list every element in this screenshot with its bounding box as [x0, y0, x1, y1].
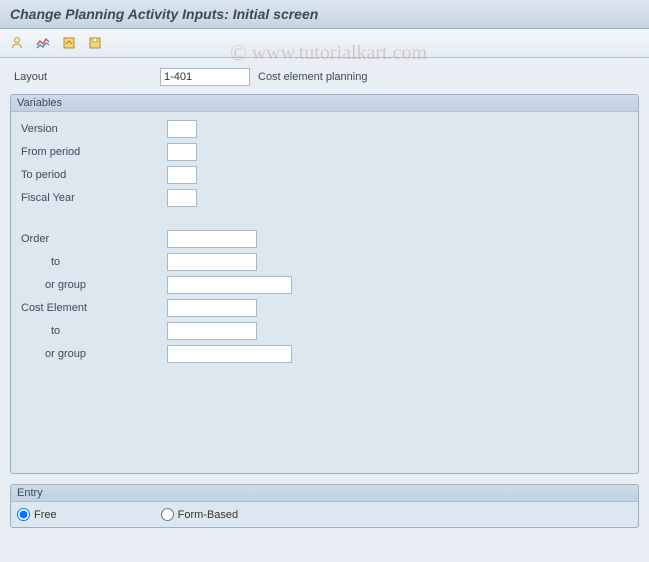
from-period-input[interactable]: [167, 143, 197, 161]
entry-free-label: Free: [34, 509, 57, 521]
layout-description: Cost element planning: [250, 71, 367, 83]
order-label: Order: [17, 233, 167, 245]
user-icon[interactable]: [6, 33, 28, 53]
order-group-input[interactable]: [167, 276, 292, 294]
ce-to-input[interactable]: [167, 322, 257, 340]
open-icon[interactable]: [58, 33, 80, 53]
entry-free-option[interactable]: Free: [17, 508, 57, 521]
cost-element-label: Cost Element: [17, 302, 167, 314]
order-input[interactable]: [167, 230, 257, 248]
ce-group-input[interactable]: [167, 345, 292, 363]
entry-form-radio[interactable]: [161, 508, 174, 521]
order-to-input[interactable]: [167, 253, 257, 271]
from-period-label: From period: [17, 146, 167, 158]
layout-label: Layout: [10, 71, 160, 83]
to-period-input[interactable]: [167, 166, 197, 184]
layout-row: Layout Cost element planning: [10, 66, 639, 88]
main-content: Layout Cost element planning Variables V…: [0, 58, 649, 528]
fiscal-year-label: Fiscal Year: [17, 192, 167, 204]
version-input[interactable]: [167, 120, 197, 138]
entry-form-option[interactable]: Form-Based: [161, 508, 239, 521]
cost-element-input[interactable]: [167, 299, 257, 317]
toolbar: [0, 29, 649, 58]
variables-group: Variables Version From period To period …: [10, 94, 639, 474]
order-group-label: or group: [17, 279, 167, 291]
entry-free-radio[interactable]: [17, 508, 30, 521]
chart-icon[interactable]: [32, 33, 54, 53]
entry-form-label: Form-Based: [178, 509, 239, 521]
entry-group: Entry Free Form-Based: [10, 484, 639, 528]
to-period-label: To period: [17, 169, 167, 181]
order-to-label: to: [17, 256, 167, 268]
fiscal-year-input[interactable]: [167, 189, 197, 207]
layout-input[interactable]: [160, 68, 250, 86]
page-title: Change Planning Activity Inputs: Initial…: [10, 6, 318, 22]
save-icon[interactable]: [84, 33, 106, 53]
ce-group-label: or group: [17, 348, 167, 360]
title-bar: Change Planning Activity Inputs: Initial…: [0, 0, 649, 29]
entry-legend: Entry: [11, 485, 638, 502]
version-label: Version: [17, 123, 167, 135]
ce-to-label: to: [17, 325, 167, 337]
variables-legend: Variables: [11, 95, 638, 112]
